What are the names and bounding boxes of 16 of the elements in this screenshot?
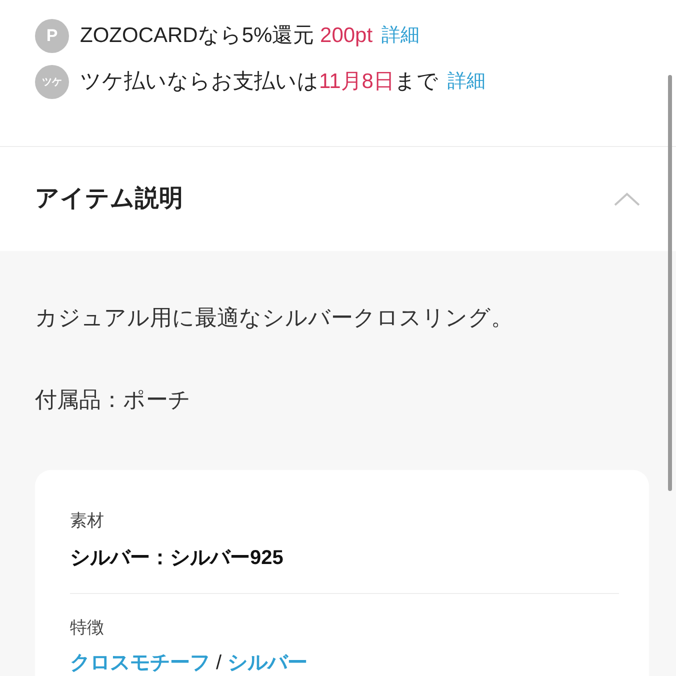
details-link[interactable]: 詳細 (382, 22, 420, 50)
spec-label: 特徴 (70, 617, 105, 639)
slash-separator: / (216, 652, 222, 674)
scrollbar-thumb[interactable] (668, 75, 672, 491)
section-title: アイテム説明 (35, 184, 183, 214)
feature-link[interactable]: シルバー (228, 652, 308, 674)
badge-icon: ツケ (35, 65, 69, 99)
spec-value: シルバー：シルバー925 (70, 546, 284, 571)
benefit-text: ツケ払いならお支払いは11月8日 まで (80, 69, 438, 95)
description-text: 付属品：ポーチ (35, 386, 192, 414)
spec-label: 素材 (70, 510, 105, 532)
feature-link[interactable]: クロスモチーフ (70, 652, 210, 674)
description-text: カジュアル用に最適なシルバークロスリング。 (35, 304, 514, 332)
badge-icon: P (35, 19, 69, 53)
details-link[interactable]: 詳細 (447, 68, 486, 96)
benefit-text: ZOZOCARDなら5%還元 200pt (80, 23, 373, 49)
